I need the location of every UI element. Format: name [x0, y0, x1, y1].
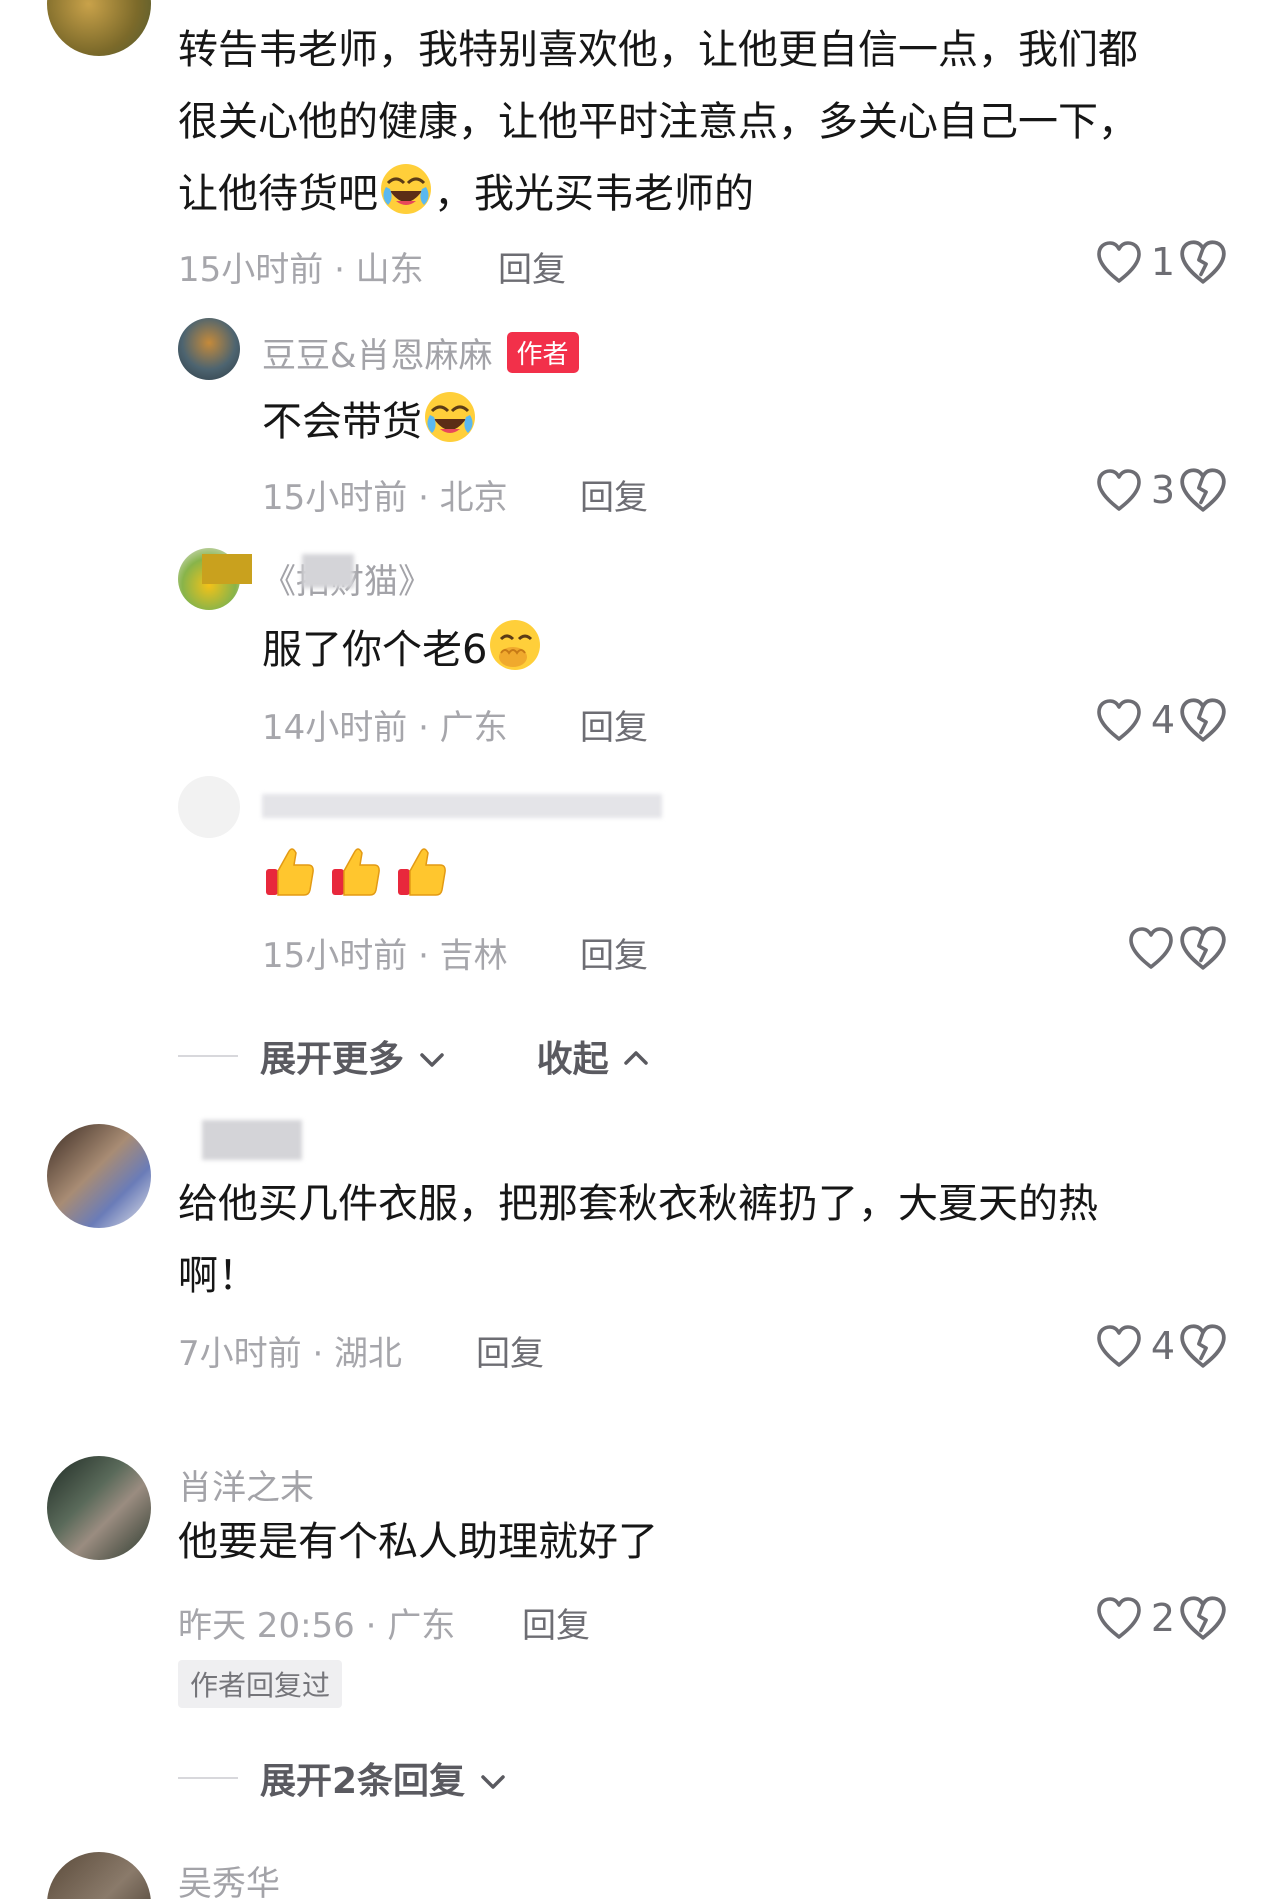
collapse-label: 收起 [536, 1039, 609, 1080]
like-count: 2 [1150, 1596, 1175, 1640]
reply-1: 豆豆&肖恩麻麻 作者 不会带货 15小时前 · 北京 回复 3 [0, 318, 1280, 528]
collapse-button[interactable]: 收起 [537, 1030, 652, 1082]
avatar[interactable] [47, 0, 151, 56]
author-badge: 作者 [506, 332, 579, 373]
comment-meta: 昨天 20:56 · 广东 [178, 1606, 456, 1646]
heart-icon [1127, 926, 1175, 970]
broken-heart-icon[interactable] [1178, 924, 1228, 972]
username-text: 豆豆&肖恩麻麻 [262, 336, 493, 376]
like-count: 4 [1150, 1324, 1175, 1368]
reply-button[interactable]: 回复 [580, 928, 648, 977]
reply-button[interactable]: 回复 [580, 700, 648, 749]
reply-meta: 15小时前 · 吉林 [262, 936, 508, 976]
expand-more-button[interactable]: 展开更多 [260, 1030, 447, 1082]
comment-text-line-2: 啊！ [178, 1253, 258, 1299]
avatar[interactable] [47, 1852, 151, 1899]
comment-text-part-a: 让他待货吧 [178, 171, 378, 217]
reply-2: 《招财猫》 服了你个老6 14小时前 · 广东 回复 4 [0, 548, 1280, 758]
reply-button[interactable]: 回复 [476, 1326, 544, 1375]
chevron-down-icon [417, 1045, 447, 1075]
laugh-emoji-icon [378, 161, 434, 217]
like-count: 1 [1150, 240, 1175, 284]
comment-text-part-b: ，我光买韦老师的 [434, 171, 754, 217]
comment-meta: 7小时前 · 湖北 [178, 1334, 403, 1374]
broken-heart-icon[interactable] [1178, 1594, 1228, 1642]
like-button[interactable] [1127, 924, 1175, 972]
like-button[interactable]: 3 [1095, 466, 1175, 514]
reply-meta: 14小时前 · 广东 [262, 708, 508, 748]
reply-3: 15小时前 · 吉林 回复 [0, 776, 1280, 986]
heart-icon [1095, 240, 1143, 284]
author-replied-badge: 作者回复过 [178, 1660, 343, 1708]
expand-replies-row: 展开2条回复 [178, 1752, 508, 1804]
broken-heart-icon[interactable] [1178, 466, 1228, 514]
comment-1: 转告韦老师，我特别喜欢他，让他更自信一点，我们都 很关心他的健康，让他平时注意点… [0, 0, 1280, 290]
broken-heart-icon[interactable] [1178, 238, 1228, 286]
reply-text-content: 服了你个老6 [262, 627, 488, 673]
expand-replies-button[interactable]: 展开2条回复 [260, 1752, 508, 1804]
reply-text-content: 不会带货 [262, 399, 422, 445]
like-button[interactable]: 1 [1095, 238, 1175, 286]
like-count: 3 [1150, 468, 1175, 512]
username-redaction [302, 554, 354, 588]
comment-text-line-2: 很关心他的健康，让他平时注意点，多关心自己一下， [178, 99, 1138, 145]
reply-text [262, 840, 450, 912]
username[interactable]: 吴秀华 [178, 1856, 280, 1899]
like-count: 4 [1150, 698, 1175, 742]
heart-icon [1095, 1596, 1143, 1640]
comment-text: 他要是有个私人助理就好了 [178, 1519, 658, 1565]
chevron-up-icon [621, 1043, 651, 1073]
username[interactable]: 豆豆&肖恩麻麻 作者 [262, 328, 579, 377]
avatar[interactable] [47, 1124, 151, 1228]
reply-text: 不会带货 [262, 386, 478, 458]
thumbs-up-emoji-icon [262, 843, 318, 899]
comment-4: 吴秀华 [0, 1852, 1280, 1899]
thumbs-up-emoji-icon [394, 843, 450, 899]
divider [178, 1777, 238, 1779]
like-button[interactable]: 2 [1095, 1594, 1175, 1642]
broken-heart-icon[interactable] [1178, 696, 1228, 744]
avatar[interactable] [47, 1456, 151, 1560]
comment-text-line-1: 转告韦老师，我特别喜欢他，让他更自信一点，我们都 [178, 27, 1138, 73]
like-button[interactable]: 4 [1095, 1322, 1175, 1370]
reply-button[interactable]: 回复 [498, 242, 566, 291]
expand-replies-label: 展开2条回复 [260, 1761, 466, 1802]
comment-3: 肖洋之末 他要是有个私人助理就好了 昨天 20:56 · 广东 回复 2 作者回… [0, 1456, 1280, 1756]
username-redaction [202, 1120, 302, 1160]
username[interactable]: 肖洋之末 [178, 1460, 314, 1509]
avatar[interactable] [178, 318, 240, 380]
reply-button[interactable]: 回复 [580, 470, 648, 519]
comment-text-line-1: 给他买几件衣服，把那套秋衣秋裤扔了，大夏天的热 [178, 1181, 1098, 1227]
heart-icon [1095, 468, 1143, 512]
expand-more-row: 展开更多 收起 [178, 1030, 651, 1082]
comment-2: 给他买几件衣服，把那套秋衣秋裤扔了，大夏天的热 啊！ 7小时前 · 湖北 回复 … [0, 1120, 1280, 1400]
reply-button[interactable]: 回复 [522, 1598, 590, 1647]
thumbs-up-emoji-icon [328, 843, 384, 899]
reply-text: 服了你个老6 [262, 614, 543, 686]
like-button[interactable]: 4 [1095, 696, 1175, 744]
username-redaction [202, 554, 252, 584]
comment-text-line-3: 让他待货吧 ，我光买韦老师的 [178, 158, 754, 230]
heart-icon [1095, 1324, 1143, 1368]
smirk-emoji-icon [487, 617, 543, 673]
avatar[interactable] [178, 776, 240, 838]
reply-meta: 15小时前 · 北京 [262, 478, 508, 518]
comment-meta: 15小时前 · 山东 [178, 250, 424, 290]
expand-more-label: 展开更多 [260, 1039, 405, 1080]
broken-heart-icon[interactable] [1178, 1322, 1228, 1370]
heart-icon [1095, 698, 1143, 742]
username-redaction [262, 794, 662, 818]
chevron-down-icon [478, 1767, 508, 1797]
divider [178, 1055, 238, 1057]
laugh-emoji-icon [422, 389, 478, 445]
